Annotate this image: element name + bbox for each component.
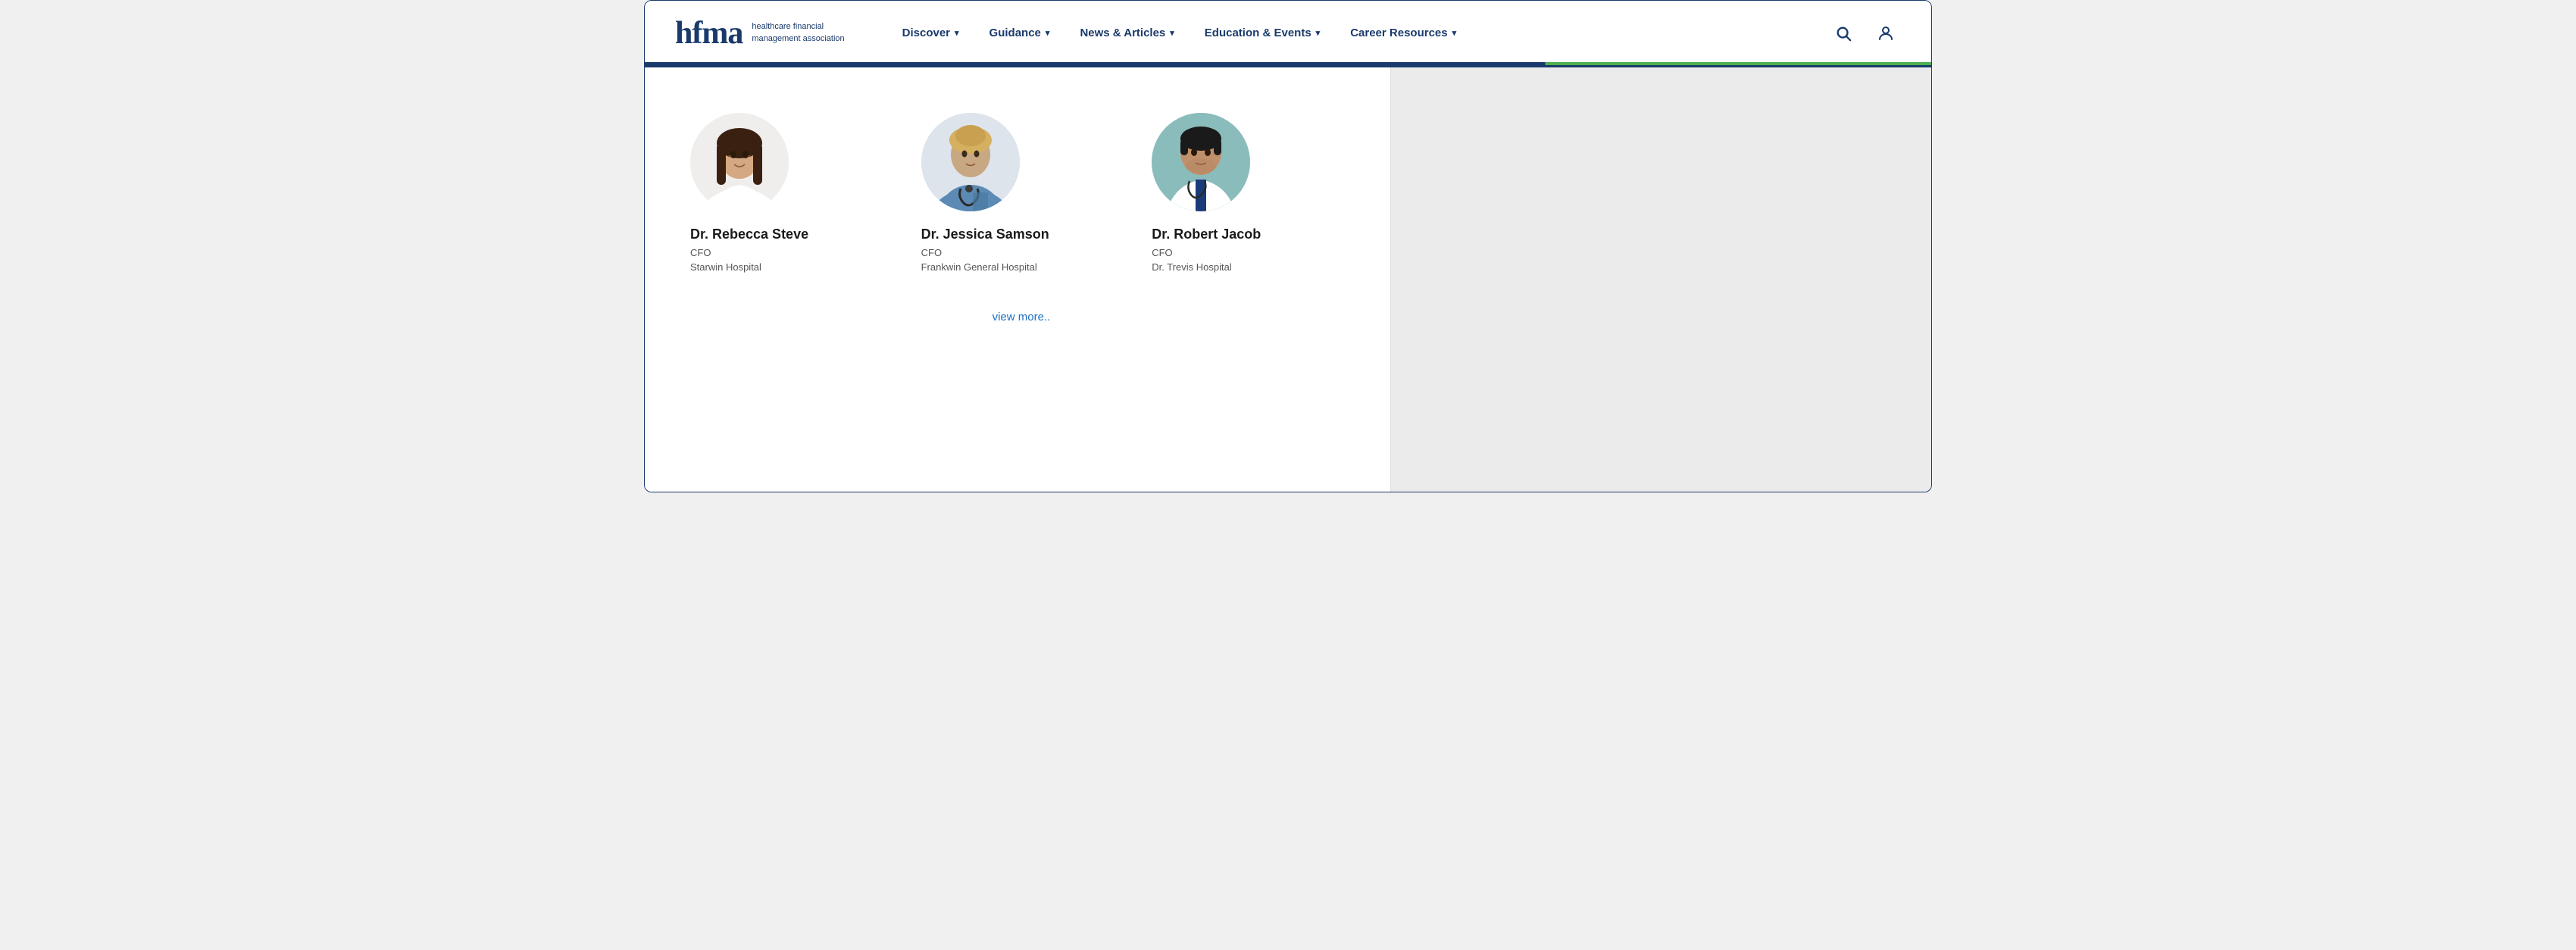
avatar-image xyxy=(921,113,1020,211)
avatar xyxy=(1152,113,1250,211)
view-more-link[interactable]: view more.. xyxy=(690,311,1352,323)
nav-education-events[interactable]: Education & Events ▾ xyxy=(1193,20,1332,45)
logo[interactable]: hfma healthcare financialmanagement asso… xyxy=(675,15,845,52)
main-nav: Discover ▾ Guidance ▾ News & Articles ▾ … xyxy=(890,20,1828,45)
content-wrapper: Dr. Rebecca Steve CFO Starwin Hospital xyxy=(645,67,1931,492)
avatar-image xyxy=(1152,113,1250,211)
main-content: Dr. Rebecca Steve CFO Starwin Hospital xyxy=(645,67,1391,492)
profile-card: Dr. Jessica Samson CFO Frankwin General … xyxy=(921,113,1122,273)
nav-career-label: Career Resources xyxy=(1350,27,1447,39)
nav-news-articles[interactable]: News & Articles ▾ xyxy=(1068,20,1186,45)
header: hfma healthcare financialmanagement asso… xyxy=(645,1,1931,67)
avatar-image xyxy=(690,113,789,211)
chevron-down-icon: ▾ xyxy=(1316,28,1321,38)
user-icon xyxy=(1877,24,1895,42)
nav-news-label: News & Articles xyxy=(1080,27,1165,39)
profile-org: Dr. Trevis Hospital xyxy=(1152,261,1231,273)
chevron-down-icon: ▾ xyxy=(1452,28,1457,38)
avatar xyxy=(690,113,789,211)
chevron-down-icon: ▾ xyxy=(955,28,959,38)
profiles-grid: Dr. Rebecca Steve CFO Starwin Hospital xyxy=(690,113,1352,273)
user-account-button[interactable] xyxy=(1871,18,1901,48)
profile-role: CFO xyxy=(690,247,711,258)
search-button[interactable] xyxy=(1828,18,1859,48)
chevron-down-icon: ▾ xyxy=(1046,28,1050,38)
nav-guidance-label: Guidance xyxy=(989,27,1041,39)
profile-name: Dr. Robert Jacob xyxy=(1152,227,1261,242)
profile-card: Dr. Rebecca Steve CFO Starwin Hospital xyxy=(690,113,891,273)
sidebar xyxy=(1391,67,1931,492)
nav-discover[interactable]: Discover ▾ xyxy=(890,20,971,45)
chevron-down-icon: ▾ xyxy=(1170,28,1174,38)
profile-role: CFO xyxy=(921,247,942,258)
profile-card: Dr. Robert Jacob CFO Dr. Trevis Hospital xyxy=(1152,113,1352,273)
nav-career-resources[interactable]: Career Resources ▾ xyxy=(1338,20,1468,45)
profile-role: CFO xyxy=(1152,247,1172,258)
nav-discover-label: Discover xyxy=(902,27,950,39)
logo-text: hfma xyxy=(675,15,742,52)
nav-education-label: Education & Events xyxy=(1205,27,1311,39)
profile-org: Starwin Hospital xyxy=(690,261,761,273)
profile-name: Dr. Jessica Samson xyxy=(921,227,1049,242)
search-icon xyxy=(1835,25,1852,42)
profile-name: Dr. Rebecca Steve xyxy=(690,227,808,242)
logo-subtitle: healthcare financialmanagement associati… xyxy=(752,21,844,45)
avatar xyxy=(921,113,1020,211)
profile-org: Frankwin General Hospital xyxy=(921,261,1037,273)
nav-guidance[interactable]: Guidance ▾ xyxy=(977,20,1062,45)
header-actions xyxy=(1828,18,1901,48)
